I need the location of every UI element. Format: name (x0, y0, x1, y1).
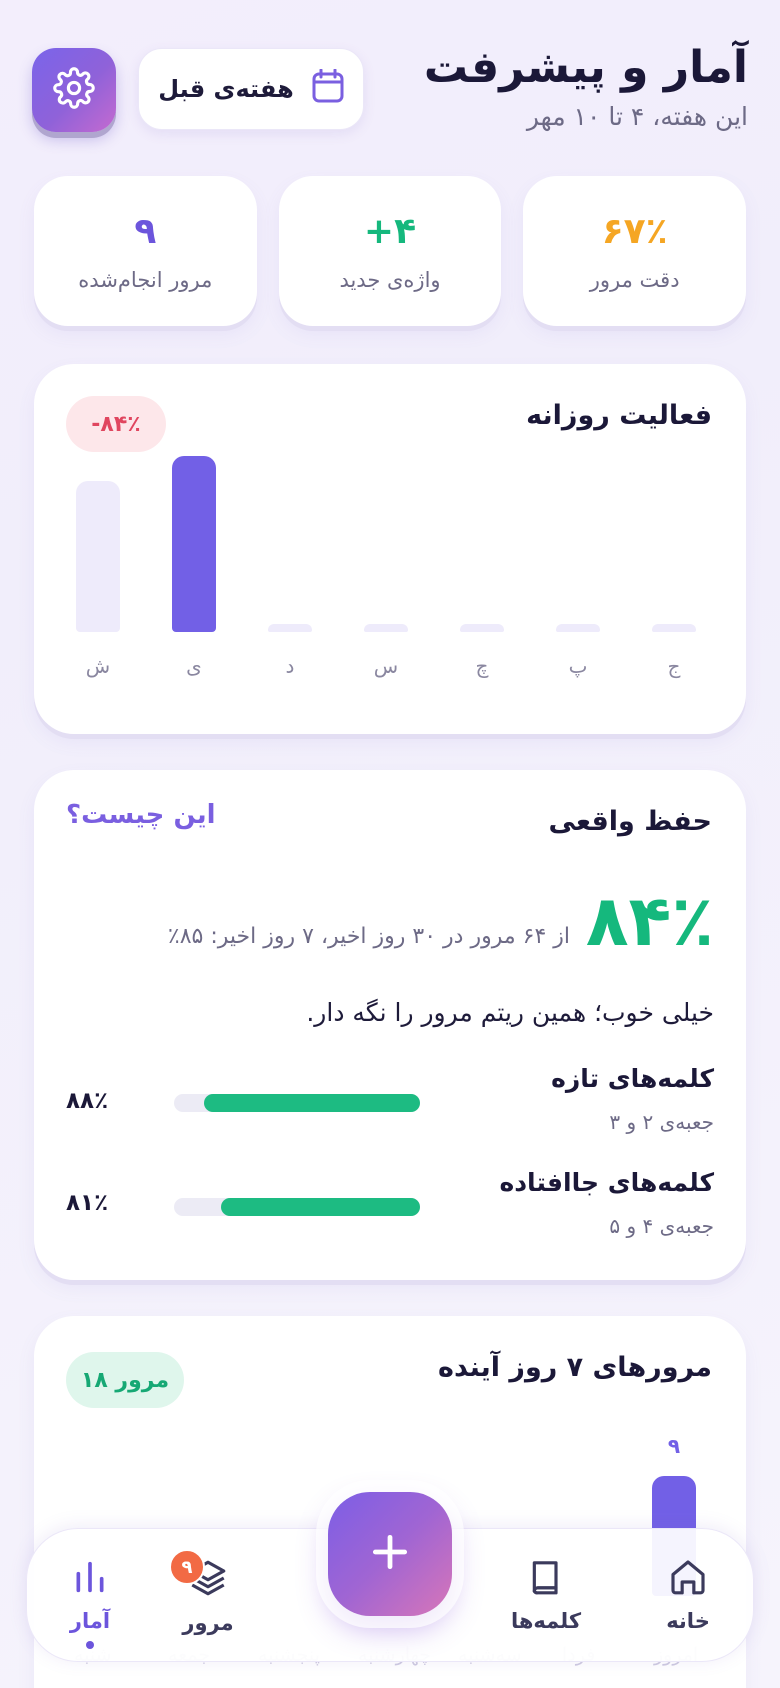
daily-bar-label: د (285, 654, 295, 678)
fresh-words-title: کلمه‌های تازه (551, 1064, 714, 1093)
nav-words-label: کلمه‌ها (510, 1609, 582, 1633)
retention-detail: از ۶۴ مرور در ۳۰ روز اخیر، ۷ روز اخیر: ۸… (167, 924, 570, 949)
fresh-words-progress-fill (203, 1094, 420, 1112)
settled-words-subtitle: جعبه‌ی ۴ و ۵ (609, 1214, 714, 1238)
stat-card-new-words: +۴ واژه‌ی جدید (278, 176, 502, 326)
change-badge: -۸۴٪ (66, 396, 166, 452)
stat-card-reviews: ۹ مرور انجام‌شده (33, 176, 257, 326)
settled-words-percent: ۸۱٪ (66, 1190, 109, 1216)
daily-bar (460, 624, 504, 632)
home-icon (667, 1557, 709, 1601)
header: آمار و پیشرفت این هفته، ۴ تا ۱۰ مهر هفته… (32, 38, 748, 148)
daily-bar (172, 456, 216, 632)
upcoming-title: مرورهای ۷ روز آینده (438, 1352, 712, 1383)
fresh-words-progress (174, 1094, 420, 1112)
retention-message: خیلی خوب؛ همین ریتم مرور را نگه دار. (306, 998, 714, 1027)
settled-words-progress-fill (220, 1198, 420, 1216)
daily-bar-label: ج (667, 654, 681, 678)
stat-label: مرور انجام‌شده (78, 267, 213, 292)
nav-review[interactable]: ۹ مرور (153, 1549, 263, 1635)
daily-bar-label: ش (85, 654, 111, 678)
retention-card: حفظ واقعی این چیست؟ ۸۴٪ از ۶۴ مرور در ۳۰… (34, 770, 746, 1280)
daily-bar (364, 624, 408, 632)
add-button[interactable] (328, 1492, 452, 1616)
book-icon (526, 1557, 566, 1601)
stat-card-accuracy: ۶۷٪ دقت مرور (523, 176, 746, 326)
nav-home[interactable]: خانه (633, 1557, 743, 1633)
calendar-icon (312, 68, 344, 109)
stat-label: دقت مرور (589, 267, 680, 292)
what-is-this-link[interactable]: این چیست؟ (66, 800, 216, 830)
daily-bar (556, 624, 600, 632)
daily-bar (268, 624, 312, 632)
retention-title: حفظ واقعی (548, 806, 712, 837)
nav-review-label: مرور (182, 1611, 234, 1635)
daily-bar-chart: شیدسچپج (76, 456, 704, 678)
daily-bar-label: پ (568, 654, 588, 678)
stats-row: ۶۷٪ دقت مرور +۴ واژه‌ی جدید ۹ مرور انجام… (33, 176, 746, 326)
fresh-words-percent: ۸۸٪ (66, 1088, 109, 1114)
stat-label: واژه‌ی جدید (339, 267, 441, 292)
active-indicator (86, 1641, 94, 1649)
daily-activity-title: فعالیت روزانه (526, 400, 712, 431)
upcoming-count-badge: ۱۸ مرور (66, 1352, 184, 1408)
prev-week-button[interactable]: هفته‌ی قبل (138, 48, 364, 130)
daily-bar-label: چ (475, 654, 489, 678)
stat-value: +۴ (363, 210, 417, 252)
settled-words-title: کلمه‌های جاافتاده (499, 1168, 714, 1197)
daily-activity-card: فعالیت روزانه -۸۴٪ ش ی د س چ پ ج (34, 364, 746, 734)
stat-value: ۶۷٪ (601, 210, 668, 252)
daily-bar (76, 481, 120, 632)
page-title: آمار و پیشرفت (423, 42, 748, 93)
nav-stats-label: آمار (69, 1609, 111, 1633)
bar-chart-icon (70, 1557, 110, 1601)
page-subtitle: این هفته، ۴ تا ۱۰ مهر (526, 102, 748, 131)
plus-icon (368, 1530, 412, 1578)
daily-bar (652, 624, 696, 632)
nav-words[interactable]: کلمه‌ها (491, 1557, 601, 1633)
retention-value: ۸۴٪ (585, 880, 714, 962)
nav-home-label: خانه (666, 1609, 710, 1633)
gear-icon (53, 67, 95, 113)
upcoming-first-value: ۹ (667, 1434, 681, 1458)
fresh-words-subtitle: جعبه‌ی ۲ و ۳ (609, 1110, 714, 1134)
nav-stats[interactable]: آمار (35, 1557, 145, 1649)
settled-words-progress (174, 1198, 420, 1216)
review-count-badge: ۹ (169, 1549, 205, 1585)
daily-bar-label: س (373, 654, 399, 678)
settings-button[interactable] (32, 48, 116, 132)
stat-value: ۹ (134, 210, 157, 252)
prev-week-label: هفته‌ی قبل (158, 75, 294, 103)
daily-bar-label: ی (186, 654, 202, 678)
